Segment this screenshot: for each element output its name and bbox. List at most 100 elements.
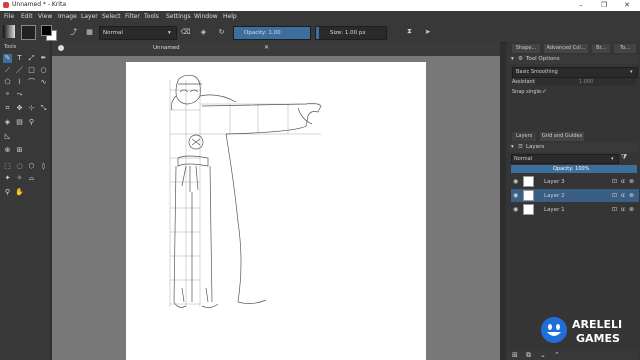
gradient-tool-icon[interactable]: ▤ xyxy=(15,118,24,127)
move-tool-icon[interactable]: ✥ xyxy=(15,104,24,113)
freehand-brush-icon[interactable]: ✎ xyxy=(3,54,12,63)
inherit-alpha-icon[interactable]: ⊗ xyxy=(629,206,634,213)
reload-icon[interactable]: ↻ xyxy=(216,26,227,37)
menu-layer[interactable]: Layer xyxy=(81,13,98,20)
move-up-icon[interactable]: ⌃ xyxy=(554,351,560,359)
color-picker-icon[interactable]: ⚲ xyxy=(27,118,36,127)
layer-blend-mode-select[interactable]: Normal ▾ xyxy=(511,154,619,164)
alpha-icon[interactable]: α xyxy=(621,206,625,213)
layer-row[interactable]: ◉ Layer 3 ⊡ α ⊗ xyxy=(511,175,639,188)
crosshair-icon[interactable]: ⊞ xyxy=(15,146,24,155)
line-tool-icon[interactable]: ／ xyxy=(15,66,24,75)
duplicate-layer-icon[interactable]: ⧉ xyxy=(526,351,531,360)
menu-window[interactable]: Window xyxy=(194,13,218,20)
title-bar: Unnamed * - Krita – ❐ ✕ xyxy=(0,0,640,11)
layer-row-selected[interactable]: ◉ Layer 2 ⊡ α ⊗ xyxy=(511,189,639,202)
eye-icon[interactable]: ◉ xyxy=(513,192,518,199)
collapse-icon[interactable]: ▾ xyxy=(511,56,514,62)
menu-file[interactable]: File xyxy=(4,13,14,20)
layer-row[interactable]: ◉ Layer 1 ⊡ α ⊗ xyxy=(511,203,639,216)
menu-filter[interactable]: Filter xyxy=(125,13,140,20)
tab-tool[interactable]: To... xyxy=(614,44,636,53)
brush-preset-icon[interactable]: ⤴ xyxy=(68,26,79,37)
mirror-vertical-icon[interactable]: ➤ xyxy=(422,26,433,37)
menu-image[interactable]: Image xyxy=(58,13,77,20)
inherit-alpha-icon[interactable]: ⊗ xyxy=(629,192,634,199)
alpha-icon[interactable]: α xyxy=(621,178,625,185)
multibrush-icon[interactable]: ⚬ xyxy=(3,90,12,99)
alpha-icon[interactable]: α xyxy=(621,192,625,199)
menu-bar: File Edit View Image Layer Select Filter… xyxy=(0,11,640,22)
lock-icon[interactable]: ⊡ xyxy=(612,178,617,185)
canvas-paper[interactable] xyxy=(126,62,426,360)
menu-help[interactable]: Help xyxy=(223,13,237,20)
edit-shape-icon[interactable]: ⤢ xyxy=(27,54,36,63)
dynamic-brush-icon[interactable]: ⟋ xyxy=(3,66,12,75)
layer-opacity-slider[interactable]: Opacity: 100% xyxy=(511,165,637,173)
similar-select-icon[interactable]: ✧ xyxy=(15,174,24,183)
menu-tools[interactable]: Tools xyxy=(144,13,159,20)
smart-patch-icon[interactable]: ⤳ xyxy=(15,90,24,99)
zoom-tool-icon[interactable]: ⚲ xyxy=(3,188,12,197)
tab-brushes[interactable]: Br... xyxy=(592,44,610,53)
inherit-alpha-icon[interactable]: ⊗ xyxy=(629,178,634,185)
bezier-tool-icon[interactable]: ⌒ xyxy=(27,78,36,87)
document-tab[interactable]: Unnamed xyxy=(153,45,180,51)
transform-tool-icon[interactable]: ⊹ xyxy=(27,104,36,113)
contiguous-select-icon[interactable]: ✦ xyxy=(3,174,12,183)
freehand-path-icon[interactable]: ∿ xyxy=(39,78,48,87)
calligraphy-icon[interactable]: ✒ xyxy=(39,54,48,63)
eraser-icon[interactable]: ⌫ xyxy=(180,26,191,37)
filter-icon[interactable]: ⧩ xyxy=(621,153,627,162)
polyline-tool-icon[interactable]: ⌇ xyxy=(15,78,24,87)
color-swatch-icon[interactable] xyxy=(41,25,57,41)
assistant-tool-icon[interactable]: ⤡ xyxy=(39,104,48,113)
opacity-slider[interactable]: Opacity: 1.00 xyxy=(233,26,311,40)
eye-icon[interactable]: ◉ xyxy=(513,178,518,185)
text-tool-icon[interactable]: T xyxy=(15,54,24,63)
crop-tool-icon[interactable]: ⌗ xyxy=(3,104,12,113)
pan-tool-icon[interactable]: ✋ xyxy=(15,188,24,197)
menu-edit[interactable]: Edit xyxy=(21,13,33,20)
gradient-icon[interactable] xyxy=(3,25,15,38)
tab-advanced-color[interactable]: Advanced Col... xyxy=(544,44,588,53)
tab-grid-guides[interactable]: Grid and Guides xyxy=(540,132,584,141)
tab-shape[interactable]: Shape... xyxy=(512,44,540,53)
menu-settings[interactable]: Settings xyxy=(166,13,191,20)
close-tab-button[interactable]: ✕ xyxy=(264,44,269,51)
polygon-select-icon[interactable]: ⬡ xyxy=(27,162,36,171)
size-slider[interactable]: Size: 1.00 px xyxy=(315,26,387,40)
pattern-icon[interactable] xyxy=(21,25,36,40)
grid-icon[interactable]: ▦ xyxy=(84,26,95,37)
close-window-button[interactable]: ✕ xyxy=(616,0,638,11)
move-down-icon[interactable]: ⌄ xyxy=(540,351,546,359)
polygon-tool-icon[interactable]: ⬠ xyxy=(3,78,12,87)
rectangle-tool-icon[interactable]: □ xyxy=(27,66,36,75)
bezier-select-icon[interactable]: ⌓ xyxy=(27,174,36,183)
rect-select-icon[interactable]: ⬚ xyxy=(3,162,12,171)
measure-tool-icon[interactable]: ◺ xyxy=(3,132,12,141)
menu-select[interactable]: Select xyxy=(102,13,121,20)
collapse-icon[interactable]: ▾ xyxy=(511,144,514,150)
lock-icon[interactable]: ⊡ xyxy=(612,206,617,213)
fill-tool-icon[interactable]: ◈ xyxy=(3,118,12,127)
minimize-button[interactable]: – xyxy=(570,0,592,11)
eye-icon[interactable]: ◉ xyxy=(513,206,518,213)
add-layer-icon[interactable]: ⊞ xyxy=(512,351,518,359)
chevron-down-icon: ▾ xyxy=(611,156,614,162)
blend-mode-select[interactable]: Normal ▾ xyxy=(99,26,177,40)
smoothing-select[interactable]: Basic Smoothing ▾ xyxy=(512,67,638,78)
menu-view[interactable]: View xyxy=(38,13,52,20)
snap-single-checkbox[interactable]: ✓ xyxy=(542,88,547,95)
preserve-alpha-icon[interactable]: ◈ xyxy=(198,26,209,37)
tab-layers[interactable]: Layers xyxy=(512,132,536,141)
freehand-select-icon[interactable]: ◊ xyxy=(39,162,48,171)
maximize-button[interactable]: ❐ xyxy=(593,0,615,11)
ellipse-tool-icon[interactable]: ○ xyxy=(39,66,48,75)
mirror-horizontal-icon[interactable]: ⧗ xyxy=(404,26,415,37)
reference-tool-icon[interactable]: ⊕ xyxy=(3,146,12,155)
ellipse-select-icon[interactable]: ◌ xyxy=(15,162,24,171)
lock-icon[interactable]: ⊡ xyxy=(612,192,617,199)
assistant-slider[interactable]: 1.000 xyxy=(536,78,636,86)
snap-single-label: Snap single: xyxy=(512,89,543,95)
